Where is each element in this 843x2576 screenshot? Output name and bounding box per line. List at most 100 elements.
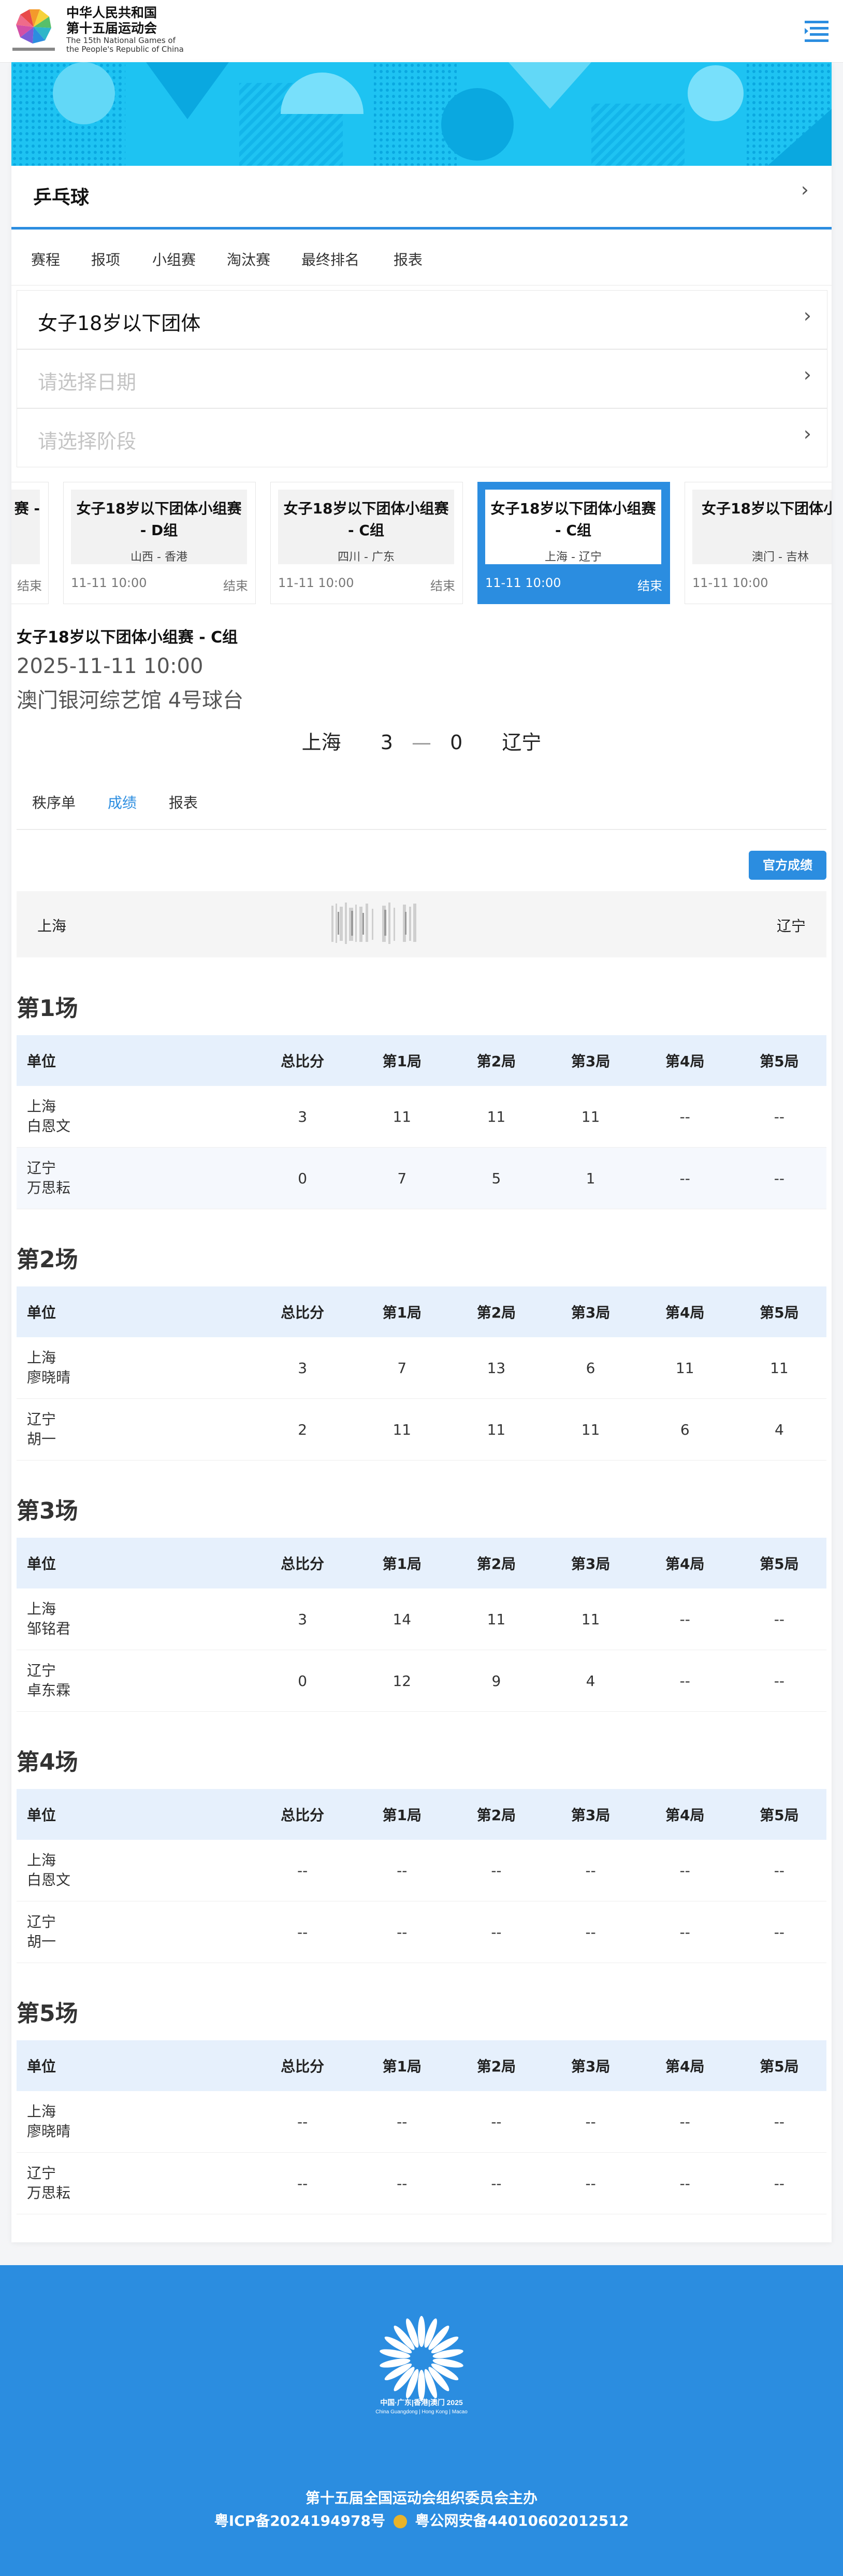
score-cell: 14 bbox=[355, 1588, 449, 1650]
sport-selector[interactable]: 乒乓球 › bbox=[11, 166, 832, 230]
col-game5: 第5局 bbox=[732, 1286, 826, 1337]
table-row: 上海 白恩文 -- -- -- -- -- -- bbox=[17, 1840, 826, 1901]
col-game5: 第5局 bbox=[732, 1789, 826, 1840]
player-name: 廖晓晴 bbox=[27, 2123, 71, 2140]
score-cell: -- bbox=[449, 2091, 544, 2153]
match-card[interactable]: 女子18岁以下团体小组赛 - C组 四川 - 广东 11-11 10:00 结束 bbox=[270, 482, 463, 604]
match-card[interactable]: 女子18岁以下团体小组赛 - D组 山西 - 香港 11-11 10:00 结束 bbox=[63, 482, 256, 604]
team-b-name: 辽宁 bbox=[502, 731, 542, 754]
score-cell: -- bbox=[732, 1086, 826, 1148]
col-total: 总比分 bbox=[250, 1286, 355, 1337]
score-cell: 3 bbox=[250, 1086, 355, 1148]
score-cell: 11 bbox=[449, 1086, 544, 1148]
table-row: 上海 白恩文 3 11 11 11 -- -- bbox=[17, 1086, 826, 1148]
match-card-active[interactable]: 女子18岁以下团体小组赛 - C组 上海 - 辽宁 11-11 10:00 结束 bbox=[477, 482, 670, 604]
unit-cell: 上海 邹铭君 bbox=[17, 1588, 250, 1650]
match-card[interactable]: 赛 - 结束 bbox=[11, 482, 49, 604]
logo-cn-line1: 中华人民共和国 bbox=[66, 5, 157, 20]
score-cell: 7 bbox=[355, 1337, 449, 1399]
game-table: 单位 总比分 第1局 第2局 第3局 第4局 第5局 上海 廖晓晴 -- -- -… bbox=[17, 2040, 826, 2214]
player-name: 白恩文 bbox=[27, 1871, 71, 1888]
score-cell: 3 bbox=[250, 1588, 355, 1650]
tab-entries[interactable]: 报项 bbox=[91, 249, 120, 269]
score-cell: -- bbox=[637, 2091, 732, 2153]
event-select[interactable]: 女子18岁以下团体 › bbox=[17, 290, 827, 349]
match-card-teams: 上海 - 辽宁 bbox=[545, 551, 602, 564]
match-card-status: 结束 bbox=[430, 579, 455, 593]
match-card-title: 女子18岁以下团体小组赛 - C组 bbox=[490, 500, 656, 539]
tab-reports[interactable]: 报表 bbox=[394, 249, 423, 269]
table-row: 辽宁 卓东霖 0 12 9 4 -- -- bbox=[17, 1650, 826, 1712]
event-select-value: 女子18岁以下团体 bbox=[38, 312, 201, 335]
tab-report[interactable]: 报表 bbox=[169, 792, 198, 812]
match-card-title: 女子18岁以下团体小组赛 - C组 bbox=[283, 500, 449, 539]
menu-icon[interactable] bbox=[803, 18, 831, 42]
game-table: 单位 总比分 第1局 第2局 第3局 第4局 第5局 上海 廖晓晴 3 7 13 … bbox=[17, 1286, 826, 1461]
score-cell: -- bbox=[637, 1588, 732, 1650]
match-card-time: 11-11 10:00 bbox=[278, 576, 354, 590]
team-name: 上海 bbox=[27, 1098, 56, 1115]
score-cell: 11 bbox=[355, 1398, 449, 1461]
nav-tabs: 赛程 报项 小组赛 淘汰赛 最终排名 报表 bbox=[11, 228, 832, 285]
tab-knockout[interactable]: 淘汰赛 bbox=[227, 249, 270, 269]
game-title: 第2场 bbox=[17, 1247, 78, 1273]
col-game4: 第4局 bbox=[637, 1789, 732, 1840]
teams-bar: 上海 辽宁 bbox=[17, 891, 826, 957]
col-game2: 第2局 bbox=[449, 1789, 544, 1840]
score-cell: -- bbox=[449, 2152, 544, 2214]
score-cell: 11 bbox=[543, 1398, 638, 1461]
col-game3: 第3局 bbox=[543, 1035, 638, 1086]
col-game4: 第4局 bbox=[637, 2040, 732, 2091]
score-cell: -- bbox=[250, 2091, 355, 2153]
score-cell: -- bbox=[637, 1901, 732, 1963]
loading-placeholder-icon bbox=[331, 903, 416, 944]
team-b-score: 0 bbox=[450, 731, 463, 754]
chevron-right-icon: › bbox=[803, 363, 811, 386]
team-a-score: 3 bbox=[380, 731, 393, 754]
footer-icp-link[interactable]: 粤ICP备2024194978号 bbox=[214, 2512, 385, 2529]
score-cell: -- bbox=[732, 1901, 826, 1963]
tab-group-stage[interactable]: 小组赛 bbox=[152, 249, 196, 269]
games-flower-emblem-icon: 中国·广东|香港|澳门 2025 China Guangdong | Hong … bbox=[375, 2316, 468, 2415]
match-datetime: 2025-11-11 10:00 bbox=[17, 654, 204, 678]
unit-cell: 上海 廖晓晴 bbox=[17, 1337, 250, 1399]
official-results-button[interactable]: 官方成绩 bbox=[749, 851, 826, 880]
team-name: 辽宁 bbox=[27, 1160, 56, 1177]
table-header-row: 单位 总比分 第1局 第2局 第3局 第4局 第5局 bbox=[17, 2040, 826, 2091]
tab-order-sheet[interactable]: 秩序单 bbox=[32, 792, 76, 812]
tab-results[interactable]: 成绩 bbox=[108, 792, 137, 812]
table-row: 上海 廖晓晴 3 7 13 6 11 11 bbox=[17, 1337, 826, 1399]
result-sub-tabs: 秩序单 成绩 报表 bbox=[17, 777, 826, 830]
game-title: 第1场 bbox=[17, 995, 78, 1022]
date-select[interactable]: 请选择日期 › bbox=[17, 349, 827, 408]
score-cell: 11 bbox=[732, 1337, 826, 1399]
team-name: 辽宁 bbox=[27, 1913, 56, 1930]
score-cell: -- bbox=[732, 2091, 826, 2153]
match-card[interactable]: 女子18岁以下团体小组赛 - D组 澳门 - 吉林 11-11 10:00 bbox=[685, 482, 832, 604]
site-logo-text[interactable]: 中华人民共和国 第十五届运动会 The 15th National Games … bbox=[66, 5, 184, 54]
score-cell: 5 bbox=[449, 1147, 544, 1209]
footer-logo-caption: 中国·广东|香港|澳门 2025 bbox=[380, 2398, 463, 2407]
games-emblem-icon[interactable] bbox=[10, 4, 57, 54]
table-row: 辽宁 胡一 2 11 11 11 6 4 bbox=[17, 1398, 826, 1461]
col-total: 总比分 bbox=[250, 1789, 355, 1840]
stage-select-placeholder: 请选择阶段 bbox=[38, 430, 137, 453]
col-unit: 单位 bbox=[17, 1286, 250, 1337]
unit-cell: 辽宁 胡一 bbox=[17, 1398, 250, 1461]
match-card-title: 女子18岁以下团体小组赛 - D组 bbox=[76, 500, 242, 539]
stage-select[interactable]: 请选择阶段 › bbox=[17, 408, 827, 467]
score-cell: 11 bbox=[449, 1588, 544, 1650]
tab-final-ranking[interactable]: 最终排名 bbox=[301, 249, 359, 269]
table-row: 辽宁 万思耘 -- -- -- -- -- -- bbox=[17, 2152, 826, 2214]
score-cell: -- bbox=[449, 1901, 544, 1963]
col-total: 总比分 bbox=[250, 2040, 355, 2091]
game-table: 单位 总比分 第1局 第2局 第3局 第4局 第5局 上海 白恩文 -- -- -… bbox=[17, 1789, 826, 1963]
unit-cell: 辽宁 卓东霖 bbox=[17, 1650, 250, 1712]
match-card-teams: 山西 - 香港 bbox=[130, 551, 187, 564]
score-dash: — bbox=[412, 731, 431, 754]
tab-schedule[interactable]: 赛程 bbox=[31, 249, 60, 269]
sport-title: 乒乓球 bbox=[33, 187, 90, 208]
table-row: 辽宁 胡一 -- -- -- -- -- -- bbox=[17, 1901, 826, 1963]
footer-police-link[interactable]: 粤公网安备44010602012512 bbox=[415, 2512, 629, 2529]
match-venue: 澳门银河综艺馆 4号球台 bbox=[17, 689, 244, 712]
